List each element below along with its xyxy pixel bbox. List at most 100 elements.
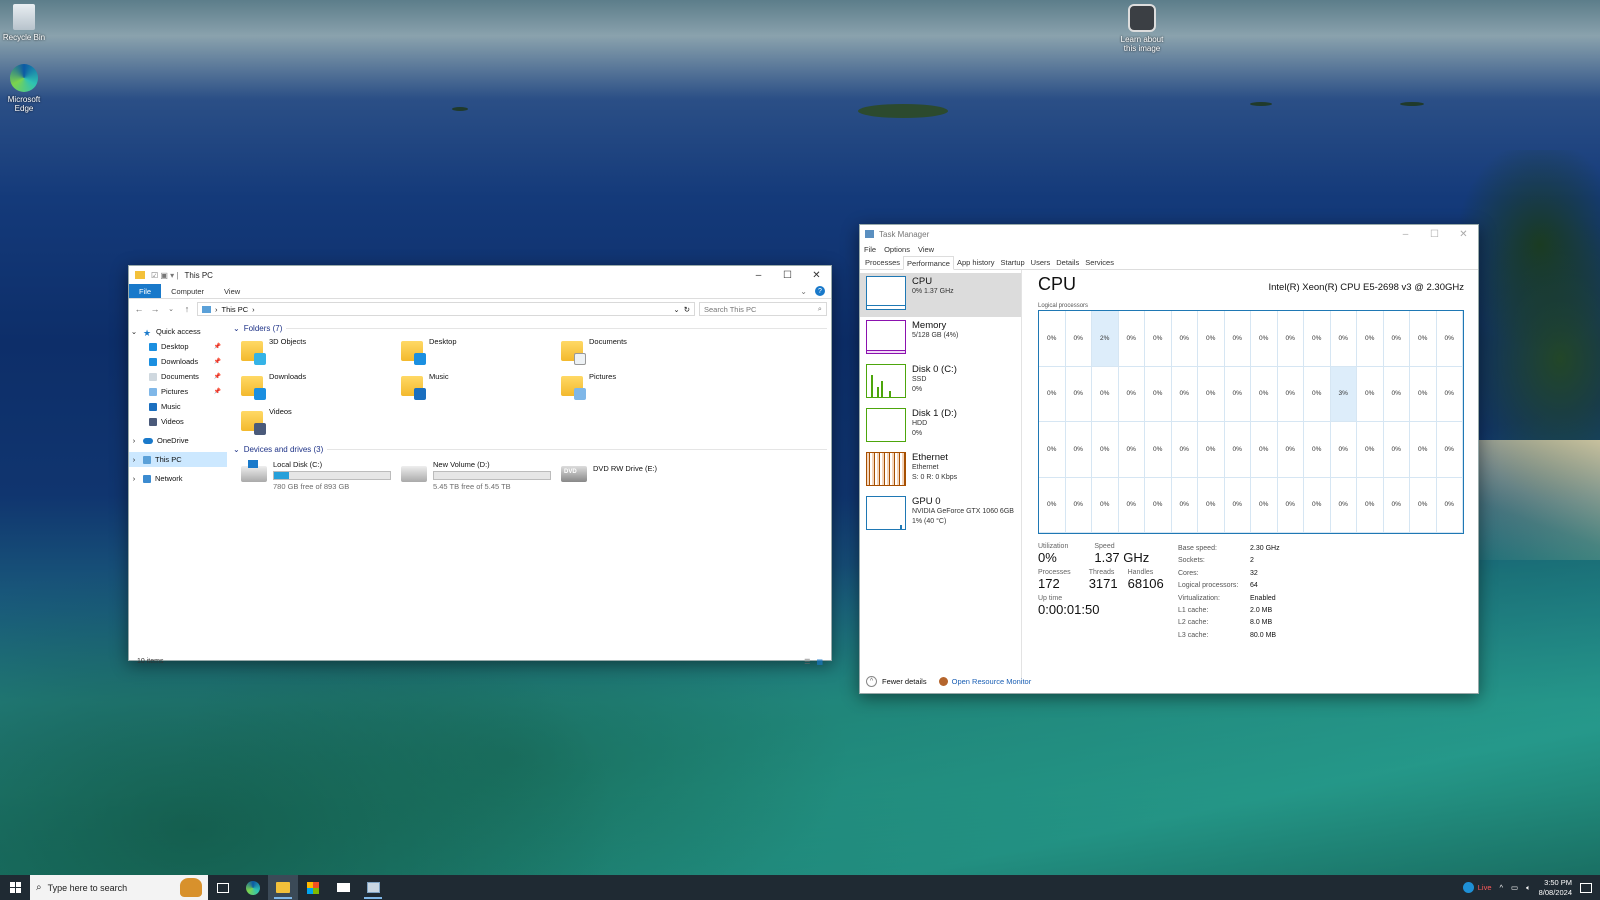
nav-quick-access[interactable]: ⌄ ★ Quick access	[129, 324, 227, 339]
taskbar-mail[interactable]	[328, 875, 358, 900]
performance-sidebar: CPU 0% 1.37 GHz Memory 5/128 GB (4%) Disk …	[860, 270, 1022, 680]
taskbar-store[interactable]	[298, 875, 328, 900]
menu-file[interactable]: File	[864, 245, 876, 254]
folders-group-header[interactable]: ⌄ Folders (7)	[233, 321, 827, 335]
search-input[interactable]: Search This PC ⌕	[699, 302, 827, 316]
folder-music[interactable]: Music	[401, 372, 561, 403]
quick-toolbar-icon[interactable]: ☑ ▣ ▾ |	[151, 271, 179, 280]
chevron-right-icon: ›	[132, 474, 136, 483]
logical-processor-cell: 0%	[1383, 366, 1410, 422]
fewer-details-button[interactable]: ^ Fewer details	[866, 676, 927, 687]
tab-computer[interactable]: Computer	[161, 284, 214, 298]
minimize-button[interactable]: –	[744, 266, 773, 284]
back-button[interactable]: ←	[133, 304, 145, 314]
taskbar-edge[interactable]	[238, 875, 268, 900]
logical-processor-cell: 0%	[1251, 366, 1278, 422]
tab-services[interactable]: Services	[1082, 256, 1117, 269]
uptime-stat: Up time 0:00:01:50	[1038, 595, 1100, 617]
nav-downloads[interactable]: Downloads 📌	[129, 354, 227, 369]
logical-processor-cell: 0%	[1198, 366, 1225, 422]
chevron-up-icon[interactable]: ^	[1500, 883, 1504, 892]
forward-button[interactable]: →	[149, 304, 161, 314]
open-resource-monitor-link[interactable]: Open Resource Monitor	[938, 677, 1031, 686]
mail-icon	[336, 883, 350, 892]
tab-details[interactable]: Details	[1053, 256, 1082, 269]
recycle-bin-desktop-icon[interactable]: Recycle Bin	[0, 4, 48, 42]
details-view-icon[interactable]: ☰	[804, 658, 810, 666]
logical-processor-cell: 0%	[1436, 477, 1463, 533]
logical-processor-cell: 0%	[1065, 311, 1092, 367]
help-icon[interactable]: ?	[815, 286, 825, 296]
nav-videos[interactable]: Videos	[129, 414, 227, 429]
folder-desktop[interactable]: Desktop	[401, 337, 561, 368]
drive-c[interactable]: Local Disk (C:) 780 GB free of 893 GB	[241, 460, 401, 491]
taskbar-task-manager[interactable]	[358, 875, 388, 900]
folder-videos[interactable]: Videos	[241, 407, 401, 438]
nav-this-pc[interactable]: › This PC	[129, 452, 227, 467]
nav-desktop[interactable]: Desktop 📌	[129, 339, 227, 354]
sidebar-item-memory[interactable]: Memory 5/128 GB (4%)	[860, 317, 1021, 361]
taskbar-file-explorer[interactable]	[268, 875, 298, 900]
recent-locations-button[interactable]: ⌄	[165, 305, 177, 313]
this-pc-icon	[202, 305, 211, 313]
notification-icon[interactable]	[1580, 882, 1592, 893]
maximize-button[interactable]: ☐	[1420, 225, 1449, 243]
sidebar-item-ethernet[interactable]: Ethernet Ethernet S: 0 R: 0 Kbps	[860, 449, 1021, 493]
breadcrumb-this-pc[interactable]: This PC	[222, 305, 249, 314]
menu-options[interactable]: Options	[884, 245, 910, 254]
chevron-down-icon: ⌄	[130, 327, 138, 336]
close-button[interactable]: ✕	[1449, 225, 1478, 243]
tab-app-history[interactable]: App history	[954, 256, 998, 269]
folder-icon	[401, 376, 426, 400]
tab-processes[interactable]: Processes	[862, 256, 903, 269]
desktop-icon	[414, 353, 426, 365]
logical-processor-cell: 0%	[1304, 311, 1331, 367]
taskbar-search-input[interactable]: ⌕ Type here to search	[30, 875, 208, 900]
nav-music[interactable]: Music	[129, 399, 227, 414]
edge-desktop-icon[interactable]: Microsoft Edge	[0, 64, 48, 113]
task-view-button[interactable]	[208, 875, 238, 900]
sidebar-item-disk-0[interactable]: Disk 0 (C:) SSD 0%	[860, 361, 1021, 405]
sidebar-item-disk-1[interactable]: Disk 1 (D:) HDD 0%	[860, 405, 1021, 449]
nav-pictures[interactable]: Pictures 📌	[129, 384, 227, 399]
maximize-button[interactable]: ☐	[773, 266, 802, 284]
nav-documents[interactable]: Documents 📌	[129, 369, 227, 384]
spec-value: 2	[1250, 557, 1254, 565]
learn-about-image-desktop-icon[interactable]: Learn about this image	[1118, 4, 1166, 53]
up-button[interactable]: ↑	[181, 304, 193, 314]
refresh-icon[interactable]: ↻	[684, 305, 690, 314]
close-button[interactable]: ✕	[802, 266, 831, 284]
network-icon[interactable]: ▭	[1511, 883, 1518, 892]
drive-e[interactable]: DVD DVD RW Drive (E:)	[561, 460, 721, 491]
sidebar-item-gpu-0[interactable]: GPU 0 NVIDIA GeForce GTX 1060 6GB 1% (40 °…	[860, 493, 1021, 537]
drive-d[interactable]: New Volume (D:) 5.45 TB free of 5.45 TB	[401, 460, 561, 491]
menu-view[interactable]: View	[918, 245, 934, 254]
start-button[interactable]	[0, 875, 30, 900]
volume-icon[interactable]: 🔈︎	[1526, 883, 1531, 893]
nav-onedrive[interactable]: › OneDrive	[129, 433, 227, 448]
address-field[interactable]: › This PC › ⌄ ↻	[197, 302, 695, 316]
clock[interactable]: 3:50 PM 8/08/2024	[1539, 878, 1572, 898]
minimize-button[interactable]: –	[1391, 225, 1420, 243]
tab-performance[interactable]: Performance	[903, 256, 954, 270]
gpu-mini-graph	[866, 496, 906, 530]
folder-3d-objects[interactable]: 3D Objects	[241, 337, 401, 368]
folder-icon	[241, 341, 266, 365]
large-icons-view-icon[interactable]: ▦	[816, 658, 823, 666]
document-icon	[149, 372, 157, 381]
weather-live-widget[interactable]: Live	[1462, 882, 1492, 893]
nav-network[interactable]: › Network	[129, 471, 227, 486]
tab-view[interactable]: View	[214, 284, 250, 298]
folder-documents[interactable]: Documents	[561, 337, 721, 368]
folder-pictures[interactable]: Pictures	[561, 372, 721, 403]
devices-group-header[interactable]: ⌄ Devices and drives (3)	[233, 442, 827, 456]
sidebar-item-cpu[interactable]: CPU 0% 1.37 GHz	[860, 273, 1021, 317]
system-tray: Live ^ ▭ 🔈︎ 3:50 PM 8/08/2024	[1462, 878, 1600, 898]
address-dropdown-icon[interactable]: ⌄	[673, 305, 679, 314]
tab-file[interactable]: File	[129, 284, 162, 298]
tab-users[interactable]: Users	[1028, 256, 1054, 269]
expand-ribbon-icon[interactable]: ⌄	[800, 287, 807, 296]
folder-downloads[interactable]: Downloads	[241, 372, 401, 403]
tab-startup[interactable]: Startup	[997, 256, 1027, 269]
logical-processors-grid[interactable]: 0% 0% 2% 0% 0% 0% 0% 0% 0% 0% 0% 0% 0% 0% 0% 0% 0% 0% 0% 0%…	[1038, 310, 1464, 534]
